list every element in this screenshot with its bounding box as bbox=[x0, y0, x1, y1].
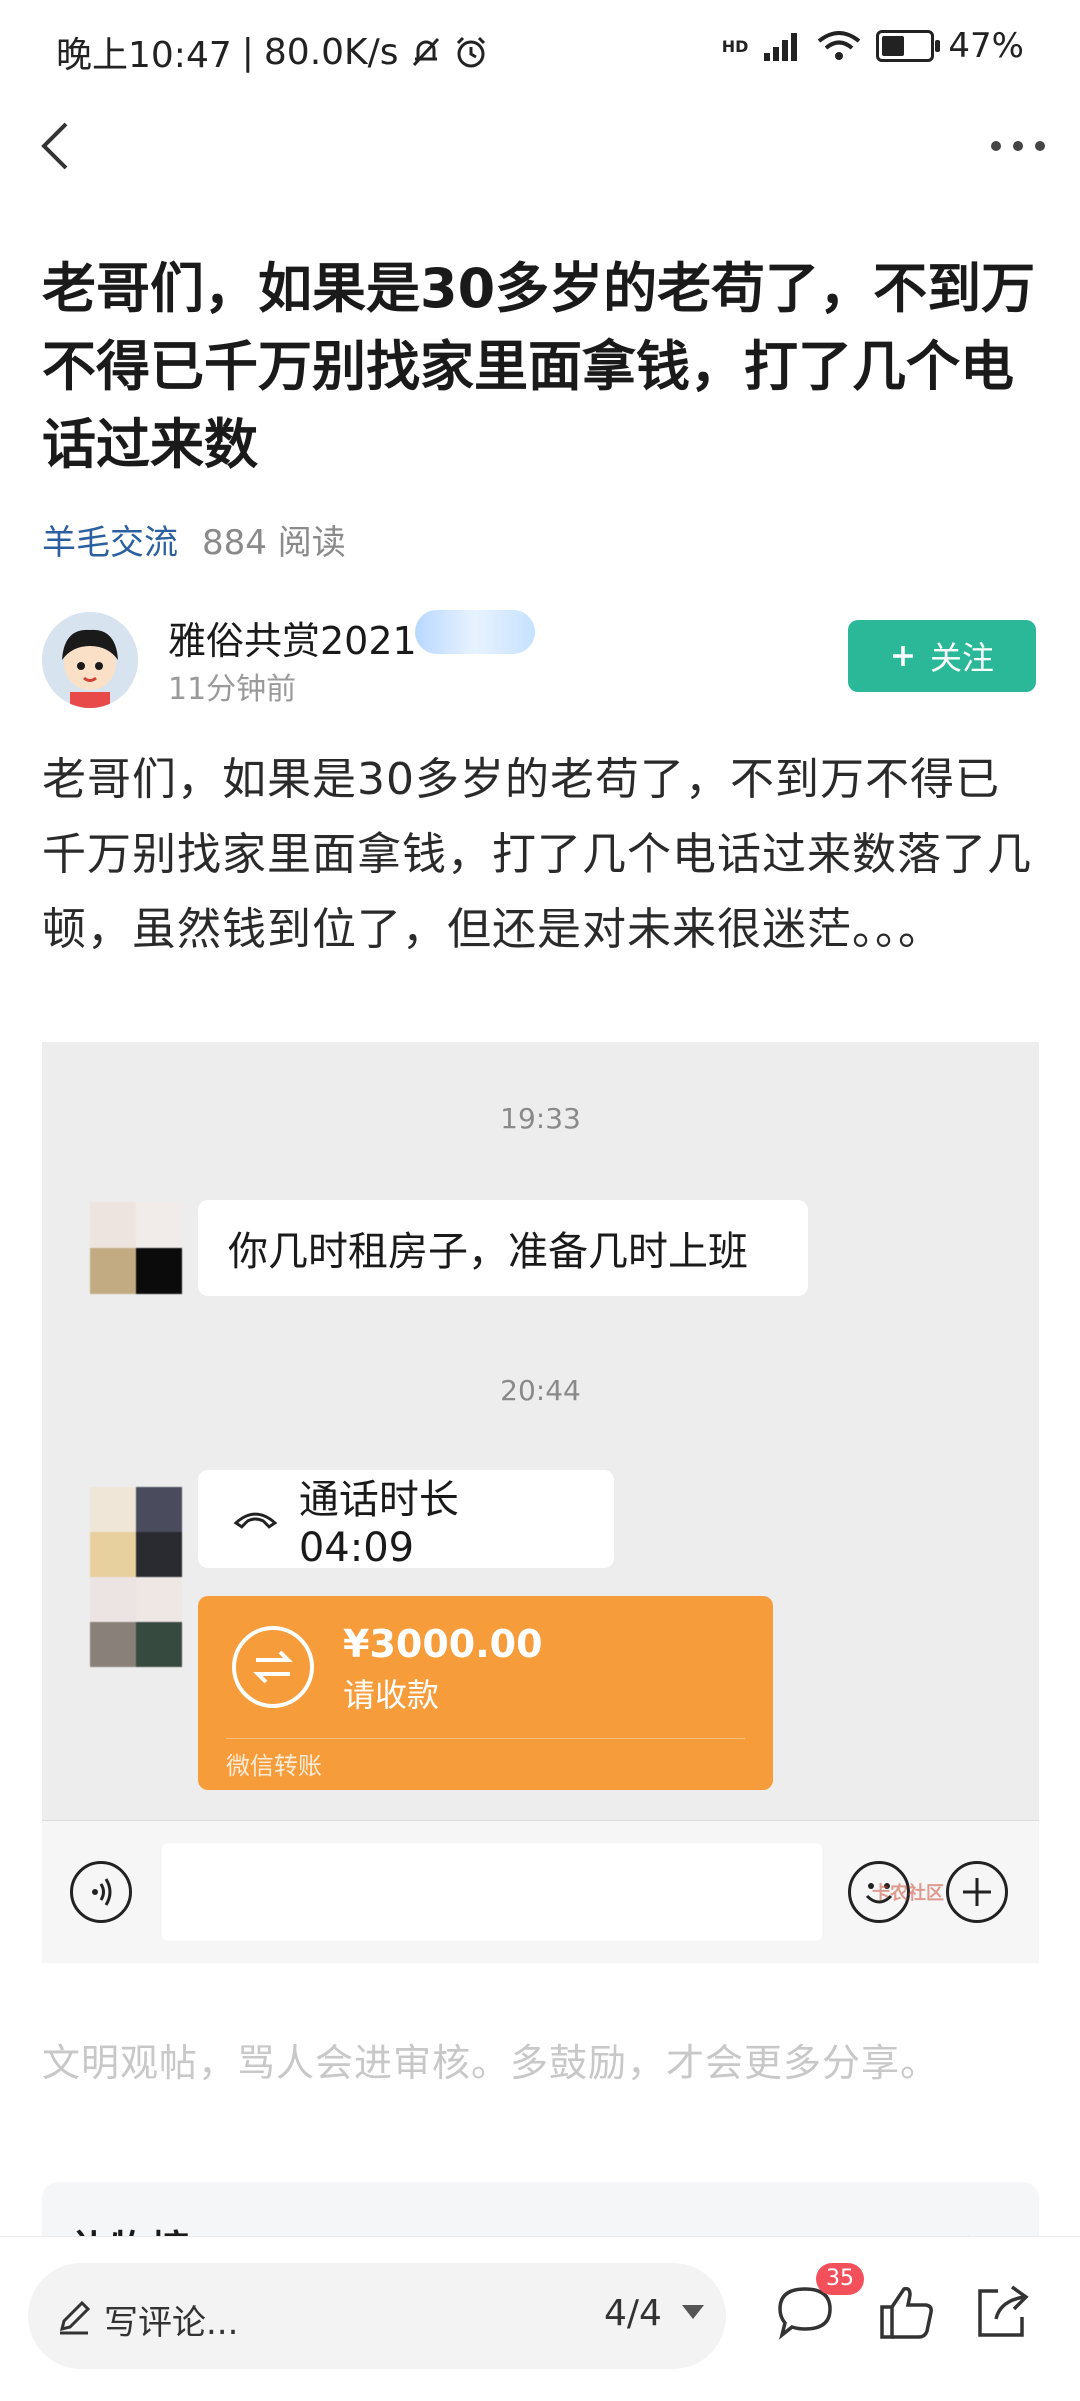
post-image[interactable]: 19:33 你几时租房子，准备几时上班 20:44 通话时长 04:09 ¥30… bbox=[42, 1042, 1039, 1963]
read-count: 884 阅读 bbox=[202, 523, 346, 563]
transfer-card: ¥3000.00 请收款 微信转账 bbox=[198, 1596, 773, 1790]
bell-muted-icon bbox=[412, 37, 439, 67]
comment-count-badge: 35 bbox=[816, 2263, 864, 2295]
network-speed: 80.0K/s bbox=[263, 31, 399, 73]
chat-input-bar: 卡农社区 bbox=[42, 1820, 1039, 1963]
chevron-left-icon bbox=[41, 122, 68, 170]
cartoon-avatar-icon bbox=[42, 612, 138, 708]
blurred-avatar bbox=[90, 1487, 182, 1667]
comment-placeholder: 写评论... bbox=[104, 2303, 239, 2343]
battery-percent: 47% bbox=[948, 26, 1024, 66]
caret-down-icon[interactable] bbox=[682, 2305, 704, 2319]
call-duration: 通话时长 04:09 bbox=[298, 1477, 459, 1571]
thumbs-up-icon bbox=[880, 2286, 933, 2339]
author-avatar[interactable] bbox=[42, 612, 138, 708]
follow-label: 关注 bbox=[929, 639, 994, 677]
share-icon bbox=[978, 2285, 1029, 2337]
status-bar: 晚上10:47 | 80.0K/s HD 47% bbox=[0, 0, 1080, 100]
like-button[interactable] bbox=[874, 2279, 940, 2345]
alarm-icon bbox=[456, 36, 485, 68]
watermark: 卡农社区 bbox=[872, 1883, 944, 1904]
battery-icon bbox=[876, 30, 941, 62]
transfer-amount: ¥3000.00 bbox=[343, 1622, 543, 1666]
author-name[interactable]: 雅俗共赏2021 bbox=[168, 610, 417, 665]
status-separator: | bbox=[241, 31, 254, 73]
clock: 晚上10:47 bbox=[56, 35, 232, 76]
post-title: 老哥们，如果是30多岁的老苟了，不到万不得已千万别找家里面拿钱，打了几个电话过来… bbox=[42, 257, 1036, 476]
signal-icon bbox=[764, 33, 798, 61]
plus-circle-icon bbox=[946, 1861, 1008, 1923]
status-right: HD 47% bbox=[722, 26, 1024, 66]
chat-timestamp: 19:33 bbox=[500, 1102, 581, 1135]
comment-input[interactable]: 写评论... 4/4 bbox=[28, 2263, 726, 2369]
page-indicator[interactable]: 4/4 bbox=[604, 2293, 662, 2334]
chat-bubble: 你几时租房子，准备几时上班 bbox=[198, 1200, 808, 1296]
status-left: 晚上10:47 | 80.0K/s bbox=[56, 26, 489, 78]
more-icon bbox=[991, 141, 1045, 151]
author-badge bbox=[415, 610, 535, 654]
call-bubble: 通话时长 04:09 bbox=[198, 1470, 614, 1571]
category-link[interactable]: 羊毛交流 bbox=[42, 515, 178, 564]
post-body: 老哥们，如果是30多岁的老苟了，不到万不得已千万别找家里面拿钱，打了几个电话过来… bbox=[42, 754, 1032, 955]
chat-input-box bbox=[162, 1843, 822, 1941]
phone-hangup-icon bbox=[233, 1512, 278, 1529]
battery-level bbox=[882, 36, 905, 56]
transfer-icon bbox=[232, 1626, 314, 1708]
gift-ranking-panel[interactable]: 礼物榜 › bbox=[42, 2182, 1039, 2242]
transfer-label: 微信转账 bbox=[226, 1752, 322, 1780]
pencil-icon bbox=[59, 2300, 91, 2335]
transfer-status: 请收款 bbox=[343, 1676, 440, 1714]
bottom-action-bar: 写评论... 4/4 35 bbox=[0, 2236, 1080, 2401]
divider bbox=[226, 1738, 745, 1739]
voice-icon bbox=[70, 1861, 132, 1923]
more-options-button[interactable] bbox=[978, 110, 1058, 180]
plus-icon bbox=[892, 646, 913, 666]
wifi-icon bbox=[818, 31, 861, 60]
post-time: 11分钟前 bbox=[168, 672, 297, 707]
post-meta: 羊毛交流 884 阅读 bbox=[42, 515, 346, 564]
hd-label: HD bbox=[721, 36, 749, 56]
chat-timestamp: 20:44 bbox=[500, 1374, 581, 1407]
back-button[interactable] bbox=[22, 110, 92, 180]
blurred-avatar bbox=[90, 1202, 182, 1294]
share-button[interactable] bbox=[968, 2279, 1034, 2345]
follow-button[interactable]: 关注 bbox=[848, 620, 1036, 692]
civility-hint: 文明观帖，骂人会进审核。多鼓励，才会更多分享。 bbox=[42, 2041, 940, 2085]
